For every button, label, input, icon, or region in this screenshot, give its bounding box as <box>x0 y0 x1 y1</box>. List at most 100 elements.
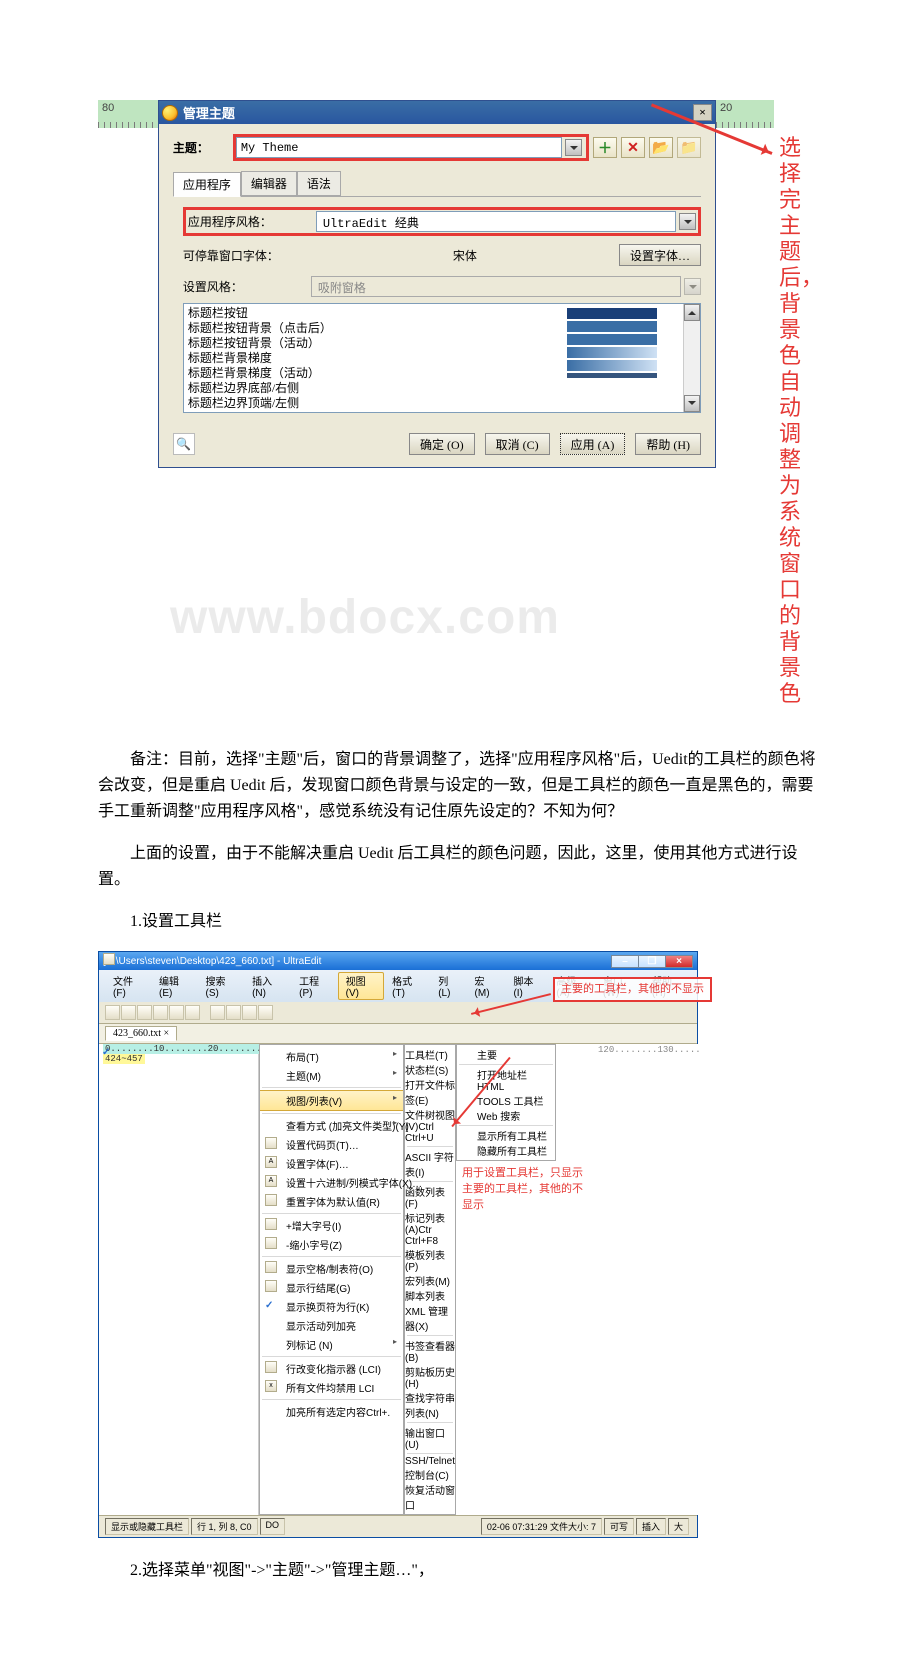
toolbar-icon[interactable] <box>210 1005 225 1020</box>
menu-item[interactable]: 布局(T) <box>260 1047 403 1066</box>
menu-column[interactable]: 列(L) <box>430 972 466 1000</box>
menu-item[interactable]: Web 搜索 <box>457 1108 555 1123</box>
menu-view[interactable]: 视图(V) <box>338 972 385 1000</box>
toolbar-icon[interactable] <box>169 1005 184 1020</box>
appstyle-combo[interactable]: UltraEdit 经典 <box>316 211 676 232</box>
menu-item[interactable]: 工具栏(T) <box>405 1047 455 1062</box>
dialog-close-button[interactable]: × <box>693 104 712 121</box>
menu-item[interactable]: +增大字号(I) <box>260 1216 403 1235</box>
menu-item[interactable]: 查看方式 (加亮文件类型)(Y) <box>260 1116 403 1135</box>
toolbar-icon[interactable] <box>121 1005 136 1020</box>
scroll-down-icon[interactable] <box>684 395 700 412</box>
menu-item[interactable]: 主题(M) <box>260 1066 403 1085</box>
ue-file-tab[interactable]: 423_660.txt × <box>105 1026 177 1041</box>
toolbar-icon[interactable] <box>105 1005 120 1020</box>
menu-item[interactable]: 设置代码页(T)… <box>260 1135 403 1154</box>
list-item[interactable]: 标题栏背景梯度 <box>188 351 559 366</box>
theme-delete-button[interactable]: ✕ <box>621 137 645 158</box>
theme-combo-arrow[interactable] <box>565 139 582 156</box>
toolbar-icon[interactable] <box>137 1005 152 1020</box>
tab-editor[interactable]: 编辑器 <box>241 171 297 196</box>
zoom-icon[interactable]: 🔍 <box>173 433 195 455</box>
toolbar-icon[interactable] <box>153 1005 168 1020</box>
menu-macro[interactable]: 宏(M) <box>467 972 506 1000</box>
theme-combo[interactable]: My Theme <box>236 137 562 158</box>
list-item[interactable]: 标题栏按钮背景（活动） <box>188 336 559 351</box>
ue-min-button[interactable]: – <box>611 955 639 968</box>
toolbar-icon[interactable] <box>258 1005 273 1020</box>
menu-item[interactable]: 重置字体为默认值(R) <box>260 1192 403 1211</box>
dialog-tabs: 应用程序 编辑器 语法 <box>173 171 701 197</box>
menu-item[interactable]: 模板列表(P) <box>405 1247 455 1273</box>
menu-item[interactable]: 打开地址栏 <box>457 1067 555 1082</box>
menu-item[interactable]: 恢复活动窗口 <box>405 1482 455 1512</box>
list-scrollbar[interactable] <box>683 304 700 412</box>
toolbar-icon[interactable] <box>242 1005 257 1020</box>
menu-project[interactable]: 工程(P) <box>291 972 338 1000</box>
ruler-right-num: 20 <box>716 102 732 114</box>
menu-item[interactable]: 显示所有工具栏 <box>457 1128 555 1143</box>
menu-item[interactable]: 标记列表(A)Ctr Ctrl+F8 <box>405 1210 455 1247</box>
appstyle-label: 应用程序风格： <box>188 213 316 230</box>
menu-format[interactable]: 格式(T) <box>384 972 430 1000</box>
set-font-button[interactable]: 设置字体… <box>619 244 701 266</box>
toolbar-icon[interactable] <box>226 1005 241 1020</box>
menu-item[interactable]: 状态栏(S)✓ <box>405 1062 455 1077</box>
cancel-button[interactable]: 取消 (C) <box>485 433 550 455</box>
menu-item[interactable]: 显示行结尾(G) <box>260 1278 403 1297</box>
menu-item[interactable]: 查找字符串列表(N) <box>405 1390 455 1420</box>
menu-item[interactable]: 设置十六进制/列模式字体(X)…A <box>260 1173 403 1192</box>
menu-item[interactable]: 设置字体(F)…A <box>260 1154 403 1173</box>
ue-max-button[interactable]: ❐ <box>638 955 666 968</box>
ok-button[interactable]: 确定 (O) <box>409 433 475 455</box>
appstyle-combo-arrow[interactable] <box>679 213 696 230</box>
list-item[interactable]: 标题栏边界底部/右侧 <box>188 381 559 396</box>
theme-open2-button[interactable]: 📁 <box>677 137 701 158</box>
ue-close-button[interactable]: × <box>665 955 693 968</box>
menu-item[interactable]: 显示活动列加亮 <box>260 1316 403 1335</box>
menu-item[interactable]: 输出窗口(U) <box>405 1425 455 1451</box>
style-listbox[interactable]: 标题栏按钮 标题栏按钮背景（点击后） 标题栏按钮背景（活动） 标题栏背景梯度 标… <box>183 303 701 413</box>
tab-app[interactable]: 应用程序 <box>173 172 241 197</box>
swatch-column <box>563 304 683 412</box>
viewlist-submenu: 工具栏(T)状态栏(S)✓打开文件标签(E)文件树视图(V)Ctrl Ctrl+… <box>404 1044 456 1515</box>
side-note-1: 选择完主题后，背景色自动调整为系统窗口的背景色 <box>774 100 822 707</box>
menu-item[interactable]: 显示换页符为行(K)✓ <box>260 1297 403 1316</box>
menu-item[interactable]: -缩小字号(Z) <box>260 1235 403 1254</box>
tab-syntax[interactable]: 语法 <box>297 171 341 196</box>
menu-item[interactable]: 列标记 (N) <box>260 1335 403 1354</box>
list-item[interactable]: 标题栏边界顶端/左侧 <box>188 396 559 411</box>
list-item[interactable]: 标题栏按钮背景（点击后） <box>188 321 559 336</box>
menu-insert[interactable]: 插入(N) <box>244 972 291 1000</box>
help-button[interactable]: 帮助 (H) <box>635 433 701 455</box>
menu-item[interactable]: XML 管理器(X) <box>405 1303 455 1333</box>
menu-item[interactable]: 隐藏所有工具栏 <box>457 1143 555 1158</box>
theme-add-button[interactable]: ＋ <box>593 137 617 158</box>
menu-item[interactable]: 书签查看器(B) <box>405 1338 455 1364</box>
dialog-titlebar: 管理主题 × <box>159 101 715 124</box>
menu-item[interactable]: SSH/Telnet 控制台(C) <box>405 1456 455 1482</box>
menu-item[interactable]: 显示空格/制表符(O) <box>260 1259 403 1278</box>
ue-statusbar: 显示或隐藏工具栏 行 1, 列 8, C0 DO 02-06 07:31:29 … <box>99 1515 697 1537</box>
menu-item[interactable]: 所有文件均禁用 LCIx <box>260 1378 403 1397</box>
menu-item[interactable]: 行改变化指示器 (LCI) <box>260 1359 403 1378</box>
menu-item[interactable]: 脚本列表 <box>405 1288 455 1303</box>
list-item[interactable]: 标题栏按钮 <box>188 306 559 321</box>
menu-item[interactable]: 宏列表(M) <box>405 1273 455 1288</box>
menu-file[interactable]: 文件(F) <box>105 972 151 1000</box>
apply-button[interactable]: 应用 (A) <box>560 433 626 455</box>
menu-item[interactable]: HTML <box>457 1082 555 1093</box>
side-note-2: 用于设置工具栏，只显示主要的工具栏，其他的不显示 <box>456 1161 596 1217</box>
scroll-up-icon[interactable] <box>684 304 700 321</box>
list-item[interactable]: 标题栏背景梯度（活动） <box>188 366 559 381</box>
view-dropdown: 布局(T)主题(M) 视图/列表(V) 查看方式 (加亮文件类型)(Y)设置代码页(… <box>259 1044 404 1515</box>
ruler-right-text: 120........130..... <box>596 1044 703 1056</box>
theme-open-button[interactable]: 📂 <box>649 137 673 158</box>
menu-item[interactable]: 加亮所有选定内容Ctrl+. <box>260 1402 403 1421</box>
menu-item[interactable]: 剪贴板历史(H) <box>405 1364 455 1390</box>
toolbar-icon[interactable] <box>185 1005 200 1020</box>
menu-search[interactable]: 搜索(S) <box>198 972 245 1000</box>
menu-item[interactable]: 视图/列表(V) <box>260 1090 403 1111</box>
menu-edit[interactable]: 编辑(E) <box>151 972 198 1000</box>
menu-item[interactable]: 打开文件标签(E) <box>405 1077 455 1107</box>
